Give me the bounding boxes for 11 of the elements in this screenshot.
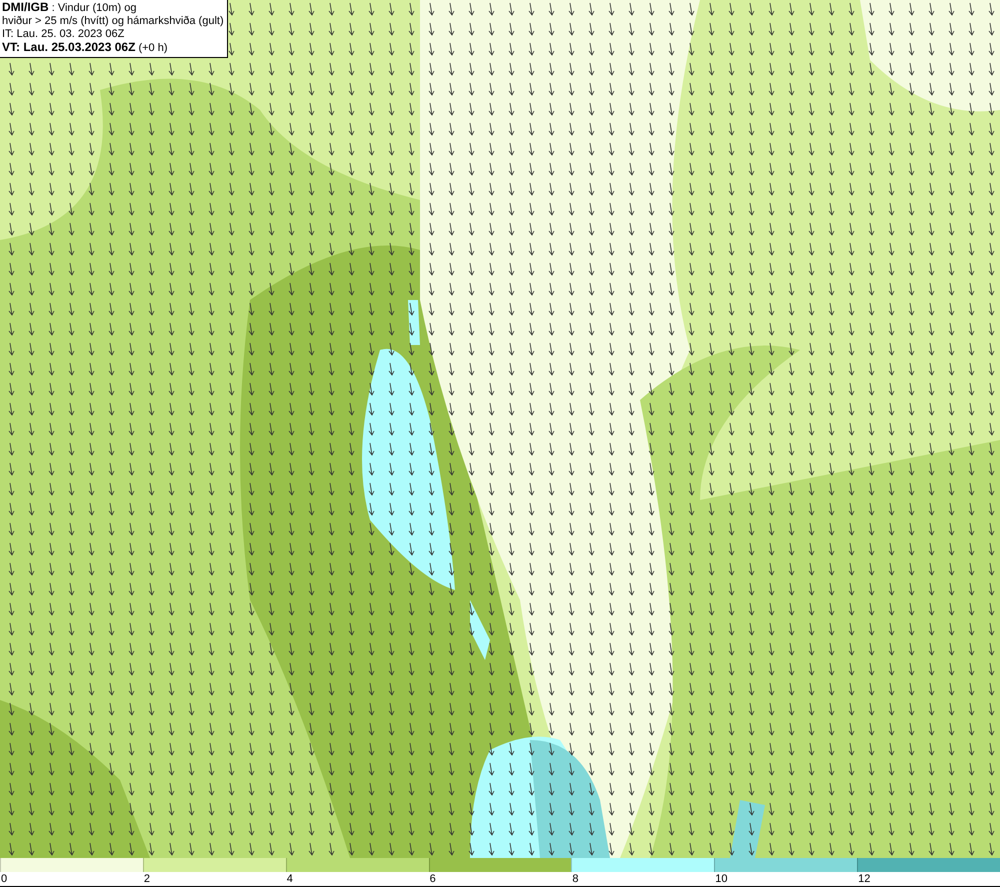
info-text: DMI/IGB : Vindur (10m) og <box>2 1 138 15</box>
info-text: hviður > 25 m/s (hvítt) og hámarkshviða (gult) <box>2 15 224 28</box>
legend-label: 0 <box>0 872 8 886</box>
legend-label: 2 <box>142 872 150 886</box>
info-text: VT: Lau. 25.03.2023 06Z (+0 h) <box>2 41 169 55</box>
legend-label: 8 <box>571 872 579 886</box>
info-text: IT: Lau. 25. 03. 2023 06Z <box>2 28 126 41</box>
legend-label: 4 <box>286 872 293 886</box>
legend-label: 6 <box>428 872 436 886</box>
legend-label: 10 <box>714 872 728 886</box>
legend-label: 12 <box>857 872 870 886</box>
